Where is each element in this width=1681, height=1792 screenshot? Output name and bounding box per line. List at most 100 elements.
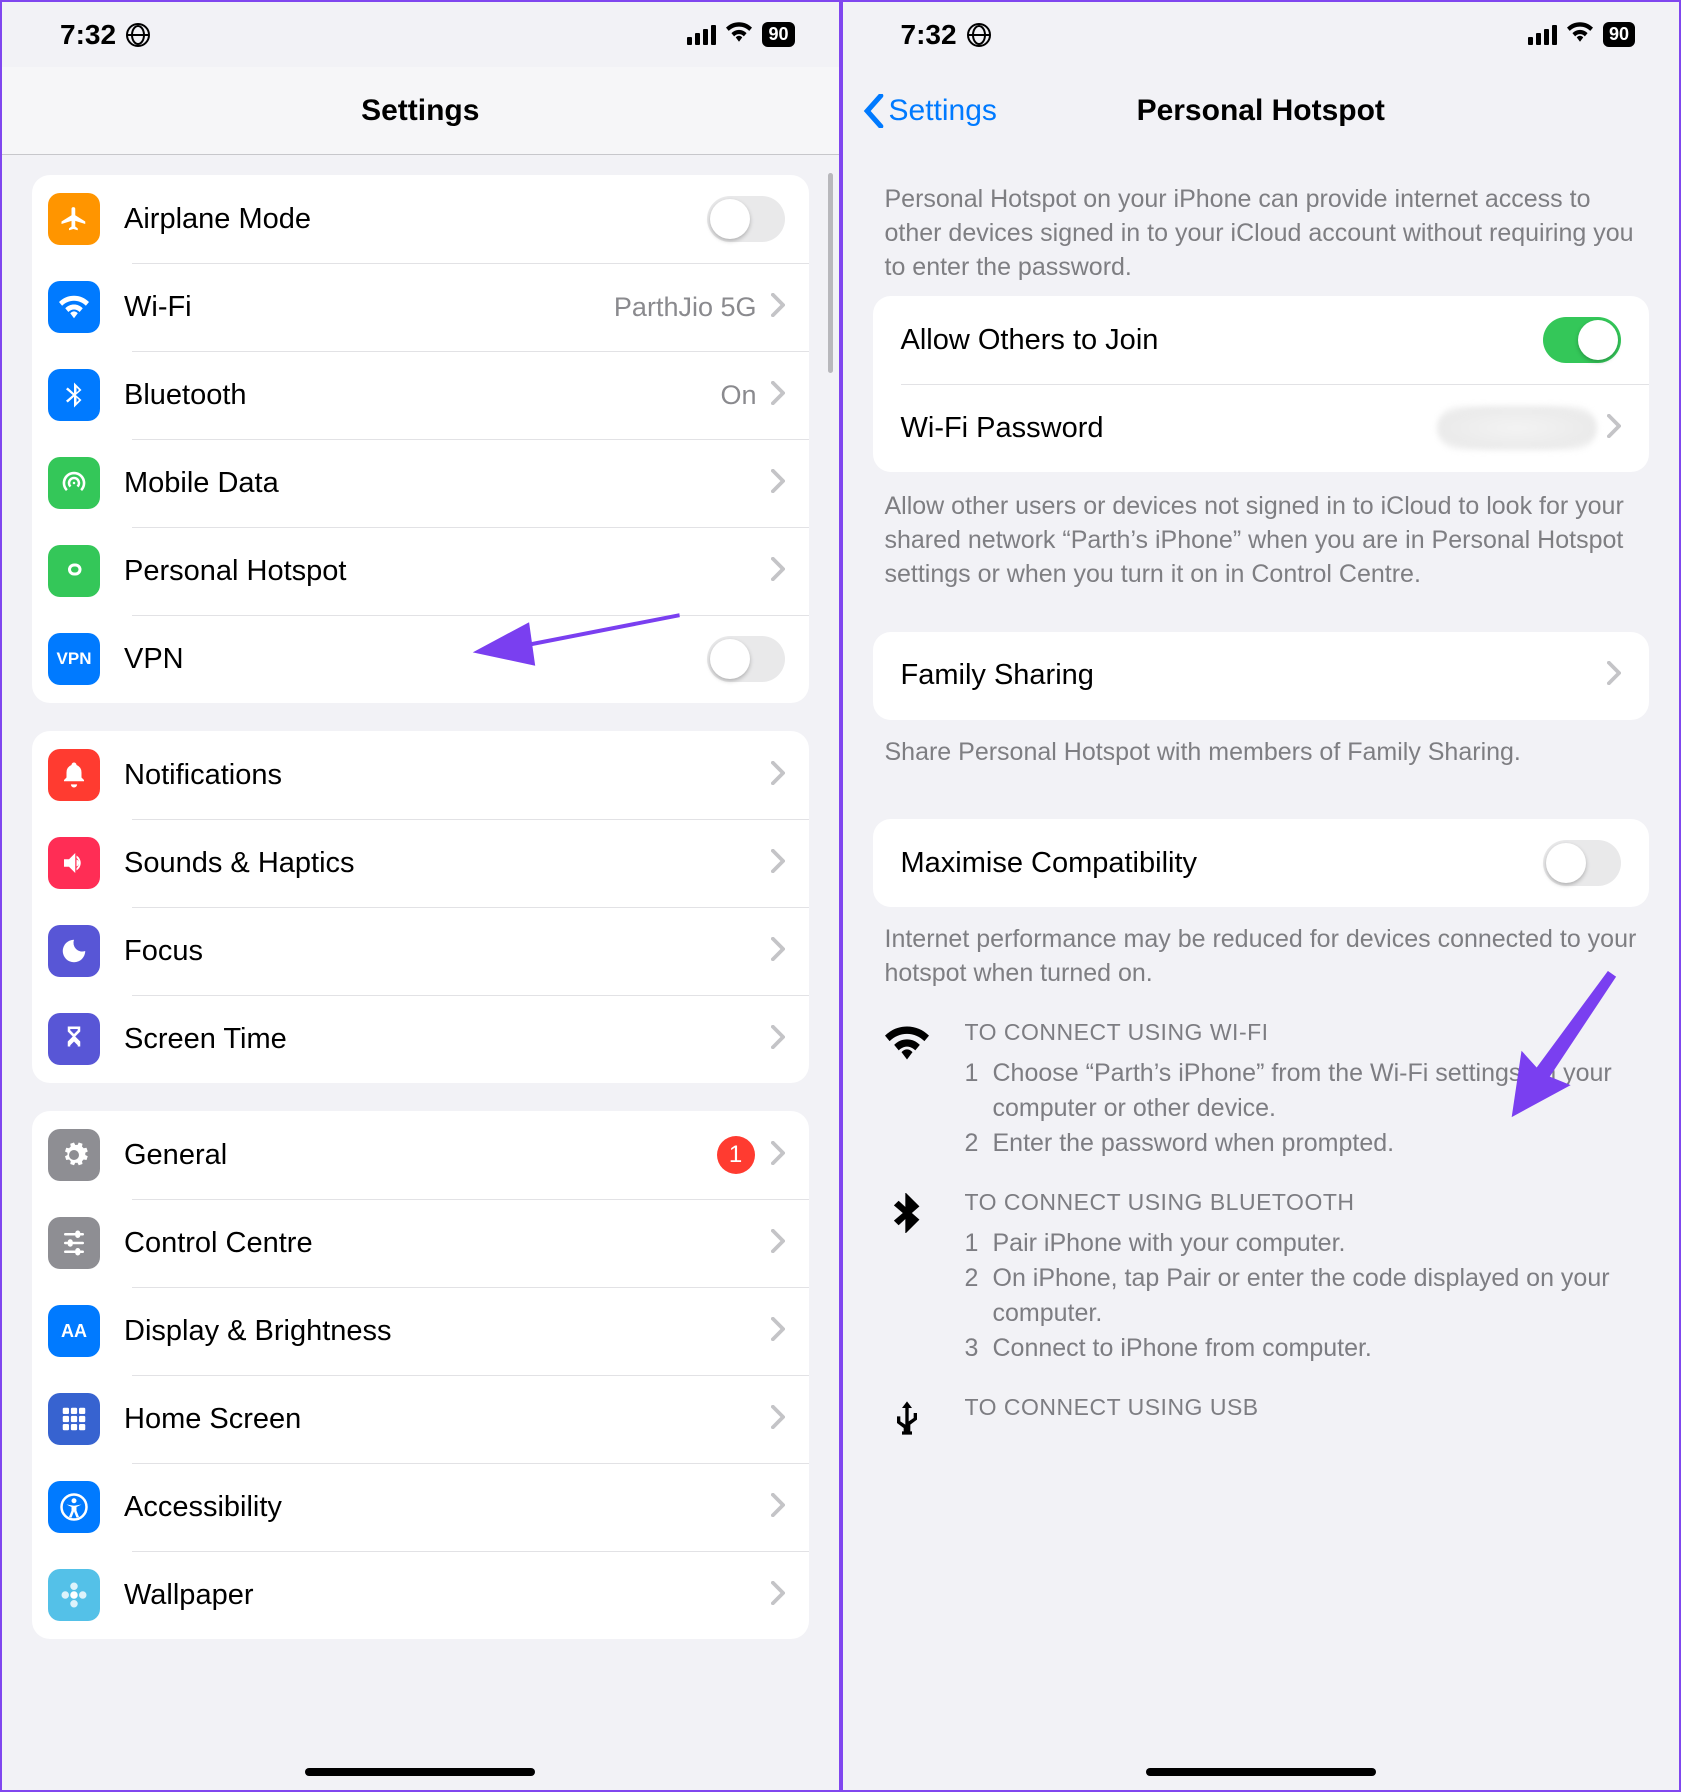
row-bluetooth[interactable]: Bluetooth On	[32, 351, 809, 439]
airplane-toggle[interactable]	[707, 196, 785, 242]
intro-description: Personal Hotspot on your iPhone can prov…	[885, 183, 1638, 284]
row-wifi[interactable]: Wi-Fi ParthJio 5G	[32, 263, 809, 351]
vpn-toggle[interactable]	[707, 636, 785, 682]
row-notifications[interactable]: Notifications	[32, 731, 809, 819]
gear-icon	[48, 1129, 100, 1181]
status-time: 7:32	[60, 19, 116, 51]
chevron-right-icon	[1607, 414, 1621, 443]
settings-group-connectivity: Airplane Mode Wi-Fi ParthJio 5G Bluetoot…	[32, 175, 809, 703]
chevron-right-icon	[771, 1405, 785, 1434]
bluetooth-value: On	[720, 380, 756, 411]
row-display-brightness[interactable]: AA Display & Brightness	[32, 1287, 809, 1375]
allow-others-toggle[interactable]	[1543, 317, 1621, 363]
chevron-right-icon	[771, 1317, 785, 1346]
chevron-right-icon	[771, 761, 785, 790]
chevron-right-icon	[771, 849, 785, 878]
chevron-right-icon	[771, 381, 785, 410]
row-maximise-compatibility[interactable]: Maximise Compatibility	[873, 819, 1650, 907]
chevron-right-icon	[1607, 661, 1621, 690]
chevron-right-icon	[771, 1025, 785, 1054]
compat-description: Internet performance may be reduced for …	[885, 923, 1638, 991]
speaker-icon	[48, 837, 100, 889]
row-personal-hotspot[interactable]: Personal Hotspot	[32, 527, 809, 615]
row-label: Accessibility	[124, 1491, 771, 1524]
row-label: Wi-Fi Password	[901, 412, 1438, 445]
hotspot-icon	[48, 545, 100, 597]
cellular-icon	[1528, 25, 1557, 45]
text-size-icon: AA	[48, 1305, 100, 1357]
row-label: Airplane Mode	[124, 203, 707, 236]
row-general[interactable]: General 1	[32, 1111, 809, 1199]
connect-step: On iPhone, tap Pair or enter the code di…	[993, 1261, 1638, 1331]
status-bar: 7:32 90	[2, 2, 839, 67]
row-wifi-password[interactable]: Wi-Fi Password	[873, 384, 1650, 472]
bluetooth-icon	[885, 1189, 935, 1366]
chevron-right-icon	[771, 1581, 785, 1610]
hotspot-group-compat: Maximise Compatibility	[873, 819, 1650, 907]
nav-header: Settings	[2, 67, 839, 155]
scroll-indicator[interactable]	[828, 173, 833, 373]
usb-icon	[885, 1394, 935, 1443]
row-label: Notifications	[124, 759, 771, 792]
wifi-icon	[1567, 22, 1593, 47]
chevron-right-icon	[771, 293, 785, 322]
page-title: Personal Hotspot	[1137, 94, 1385, 128]
wifi-settings-icon	[48, 281, 100, 333]
notification-badge: 1	[717, 1136, 755, 1174]
sliders-icon	[48, 1217, 100, 1269]
row-family-sharing[interactable]: Family Sharing	[873, 632, 1650, 720]
row-label: Screen Time	[124, 1023, 771, 1056]
globe-icon	[126, 23, 150, 47]
row-allow-others[interactable]: Allow Others to Join	[873, 296, 1650, 384]
hotspot-group-access: Allow Others to Join Wi-Fi Password	[873, 296, 1650, 472]
row-mobile-data[interactable]: Mobile Data	[32, 439, 809, 527]
connect-step: Connect to iPhone from computer.	[993, 1331, 1372, 1366]
family-description: Share Personal Hotspot with members of F…	[885, 736, 1638, 770]
password-hidden	[1437, 406, 1597, 450]
connect-step: Enter the password when prompted.	[993, 1126, 1395, 1161]
back-button[interactable]: Settings	[863, 94, 997, 128]
row-label: Control Centre	[124, 1227, 771, 1260]
airplane-icon	[48, 193, 100, 245]
row-label: Allow Others to Join	[901, 324, 1544, 357]
row-sounds[interactable]: Sounds & Haptics	[32, 819, 809, 907]
row-airplane-mode[interactable]: Airplane Mode	[32, 175, 809, 263]
settings-group-system: General 1 Control Centre AA Display & Br…	[32, 1111, 809, 1639]
row-accessibility[interactable]: Accessibility	[32, 1463, 809, 1551]
row-home-screen[interactable]: Home Screen	[32, 1375, 809, 1463]
wifi-icon	[726, 22, 752, 47]
moon-icon	[48, 925, 100, 977]
nav-header: Settings Personal Hotspot	[843, 67, 1680, 155]
row-label: Wi-Fi	[124, 291, 614, 324]
row-label: Home Screen	[124, 1403, 771, 1436]
row-label: Personal Hotspot	[124, 555, 771, 588]
connect-title: TO CONNECT USING USB	[965, 1394, 1638, 1421]
hourglass-icon	[48, 1013, 100, 1065]
home-indicator[interactable]	[1146, 1768, 1376, 1776]
row-label: Sounds & Haptics	[124, 847, 771, 880]
status-bar: 7:32 90	[843, 2, 1680, 67]
allow-description: Allow other users or devices not signed …	[885, 490, 1638, 591]
row-control-centre[interactable]: Control Centre	[32, 1199, 809, 1287]
home-indicator[interactable]	[305, 1768, 535, 1776]
row-focus[interactable]: Focus	[32, 907, 809, 995]
battery-icon: 90	[762, 22, 794, 47]
back-label: Settings	[889, 94, 997, 128]
row-label: Bluetooth	[124, 379, 720, 412]
compat-toggle[interactable]	[1543, 840, 1621, 886]
chevron-right-icon	[771, 1141, 785, 1170]
wifi-icon	[885, 1019, 935, 1161]
row-label: Maximise Compatibility	[901, 847, 1544, 880]
chevron-right-icon	[771, 1229, 785, 1258]
chevron-right-icon	[771, 937, 785, 966]
row-wallpaper[interactable]: Wallpaper	[32, 1551, 809, 1639]
bluetooth-icon	[48, 369, 100, 421]
settings-group-alerts: Notifications Sounds & Haptics Focus Scr…	[32, 731, 809, 1083]
row-label: Focus	[124, 935, 771, 968]
row-label: Wallpaper	[124, 1579, 771, 1612]
globe-icon	[967, 23, 991, 47]
status-time: 7:32	[901, 19, 957, 51]
row-screen-time[interactable]: Screen Time	[32, 995, 809, 1083]
row-label: Mobile Data	[124, 467, 771, 500]
bell-icon	[48, 749, 100, 801]
